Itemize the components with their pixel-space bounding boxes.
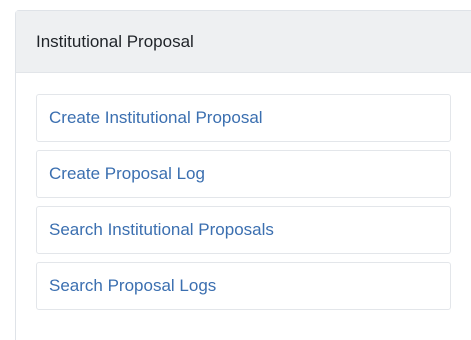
create-proposal-log-item[interactable]: Create Proposal Log — [36, 150, 451, 198]
create-institutional-proposal-link[interactable]: Create Institutional Proposal — [49, 108, 263, 128]
search-proposal-logs-item[interactable]: Search Proposal Logs — [36, 262, 451, 310]
create-institutional-proposal-item[interactable]: Create Institutional Proposal — [36, 94, 451, 142]
search-proposal-logs-link[interactable]: Search Proposal Logs — [49, 276, 216, 296]
panel-header: Institutional Proposal — [16, 11, 471, 73]
panel-body: Create Institutional Proposal Create Pro… — [16, 73, 471, 310]
search-institutional-proposals-link[interactable]: Search Institutional Proposals — [49, 220, 274, 240]
panel-title: Institutional Proposal — [36, 31, 194, 51]
institutional-proposal-panel: Institutional Proposal Create Institutio… — [15, 10, 471, 340]
create-proposal-log-link[interactable]: Create Proposal Log — [49, 164, 205, 184]
search-institutional-proposals-item[interactable]: Search Institutional Proposals — [36, 206, 451, 254]
